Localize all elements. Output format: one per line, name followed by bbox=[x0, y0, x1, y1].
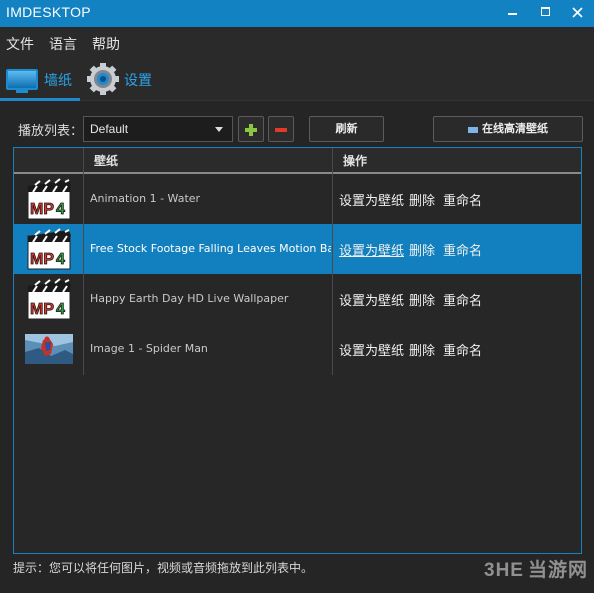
row-name: Happy Earth Day HD Live Wallpaper bbox=[90, 292, 289, 305]
tab-bar: 墙纸 设置 bbox=[0, 57, 594, 101]
mp4-icon: MP 4 bbox=[27, 228, 71, 270]
image-thumbnail bbox=[25, 334, 73, 364]
mp4-icon: MP 4 bbox=[27, 178, 71, 220]
app-title: IMDESKTOP bbox=[6, 4, 91, 20]
playlist-label: 播放列表： bbox=[18, 124, 84, 139]
table-row[interactable]: Image 1 - Spider Man 设置为壁纸 删除 重命名 bbox=[14, 324, 581, 374]
table-row[interactable]: MP 4 Happy Earth Day HD Live Wallpaper 设… bbox=[14, 274, 581, 324]
add-playlist-button[interactable] bbox=[238, 116, 264, 142]
minimize-button[interactable] bbox=[498, 0, 528, 27]
menu-file[interactable]: 文件 bbox=[6, 34, 34, 54]
playlist-selected-value: Default bbox=[90, 122, 129, 136]
watermark-text: 当游网 bbox=[527, 559, 588, 581]
delete-link[interactable]: 删除 bbox=[409, 290, 435, 309]
svg-text:MP: MP bbox=[30, 301, 54, 318]
refresh-button[interactable]: 刷新 bbox=[309, 116, 384, 142]
gear-icon bbox=[87, 63, 119, 95]
film-icon bbox=[468, 125, 478, 133]
set-wallpaper-link[interactable]: 设置为壁纸 bbox=[339, 240, 404, 259]
svg-text:MP: MP bbox=[30, 251, 54, 268]
chevron-down-icon bbox=[215, 127, 223, 132]
watermark: 3HE 当游网 bbox=[484, 555, 588, 582]
menu-help[interactable]: 帮助 bbox=[92, 34, 120, 54]
remove-playlist-button[interactable] bbox=[268, 116, 294, 142]
table-header: 壁纸 操作 bbox=[14, 148, 581, 174]
title-bar: IMDESKTOP bbox=[0, 0, 594, 27]
menu-language[interactable]: 语言 bbox=[49, 34, 77, 54]
watermark-logo: 3HE bbox=[484, 560, 524, 581]
svg-text:4: 4 bbox=[56, 251, 65, 268]
rename-link[interactable]: 重命名 bbox=[443, 290, 482, 309]
online-wallpapers-label: 在线高清壁纸 bbox=[482, 122, 548, 135]
column-divider bbox=[83, 148, 84, 375]
tab-settings[interactable]: 设置 bbox=[86, 57, 166, 101]
tab-active-indicator bbox=[0, 98, 80, 101]
delete-link[interactable]: 删除 bbox=[409, 340, 435, 359]
mp4-icon: MP 4 bbox=[27, 278, 71, 320]
monitor-icon bbox=[6, 69, 38, 93]
maximize-button[interactable] bbox=[531, 0, 561, 27]
rename-link[interactable]: 重命名 bbox=[443, 190, 482, 209]
delete-link[interactable]: 删除 bbox=[409, 240, 435, 259]
wallpaper-table: 壁纸 操作 MP 4 Animation 1 - Water 设置为壁纸 删除 … bbox=[13, 147, 582, 554]
tab-wallpaper-label: 墙纸 bbox=[44, 73, 72, 89]
hint-text: 提示：您可以将任何图片，视频或音频拖放到此列表中。 bbox=[13, 561, 314, 575]
rename-link[interactable]: 重命名 bbox=[443, 240, 482, 259]
svg-text:MP: MP bbox=[30, 201, 54, 218]
set-wallpaper-link[interactable]: 设置为壁纸 bbox=[339, 290, 404, 309]
table-row[interactable]: MP 4 Animation 1 - Water 设置为壁纸 删除 重命名 bbox=[14, 174, 581, 224]
maximize-icon bbox=[541, 7, 550, 16]
menu-bar: 文件 语言 帮助 bbox=[0, 27, 594, 57]
close-icon bbox=[572, 7, 583, 18]
minimize-icon bbox=[508, 13, 517, 15]
set-wallpaper-link[interactable]: 设置为壁纸 bbox=[339, 340, 404, 359]
tab-wallpaper[interactable]: 墙纸 bbox=[0, 57, 80, 101]
row-name: Animation 1 - Water bbox=[90, 192, 201, 205]
svg-text:4: 4 bbox=[56, 201, 65, 218]
table-row-selected[interactable]: MP 4 Free Stock Footage Falling Leaves M… bbox=[14, 224, 581, 274]
column-header-wallpaper[interactable]: 壁纸 bbox=[94, 152, 118, 169]
row-name: Free Stock Footage Falling Leaves Motion… bbox=[90, 242, 331, 255]
online-wallpapers-button[interactable]: 在线高清壁纸 bbox=[433, 116, 583, 142]
rename-link[interactable]: 重命名 bbox=[443, 340, 482, 359]
delete-link[interactable]: 删除 bbox=[409, 190, 435, 209]
svg-text:4: 4 bbox=[56, 301, 65, 318]
close-button[interactable] bbox=[563, 0, 593, 27]
tab-settings-label: 设置 bbox=[124, 73, 152, 89]
playlist-select[interactable]: Default bbox=[83, 116, 233, 142]
column-header-actions[interactable]: 操作 bbox=[343, 152, 367, 169]
set-wallpaper-link[interactable]: 设置为壁纸 bbox=[339, 190, 404, 209]
row-name: Image 1 - Spider Man bbox=[90, 342, 208, 355]
column-divider bbox=[332, 148, 333, 375]
